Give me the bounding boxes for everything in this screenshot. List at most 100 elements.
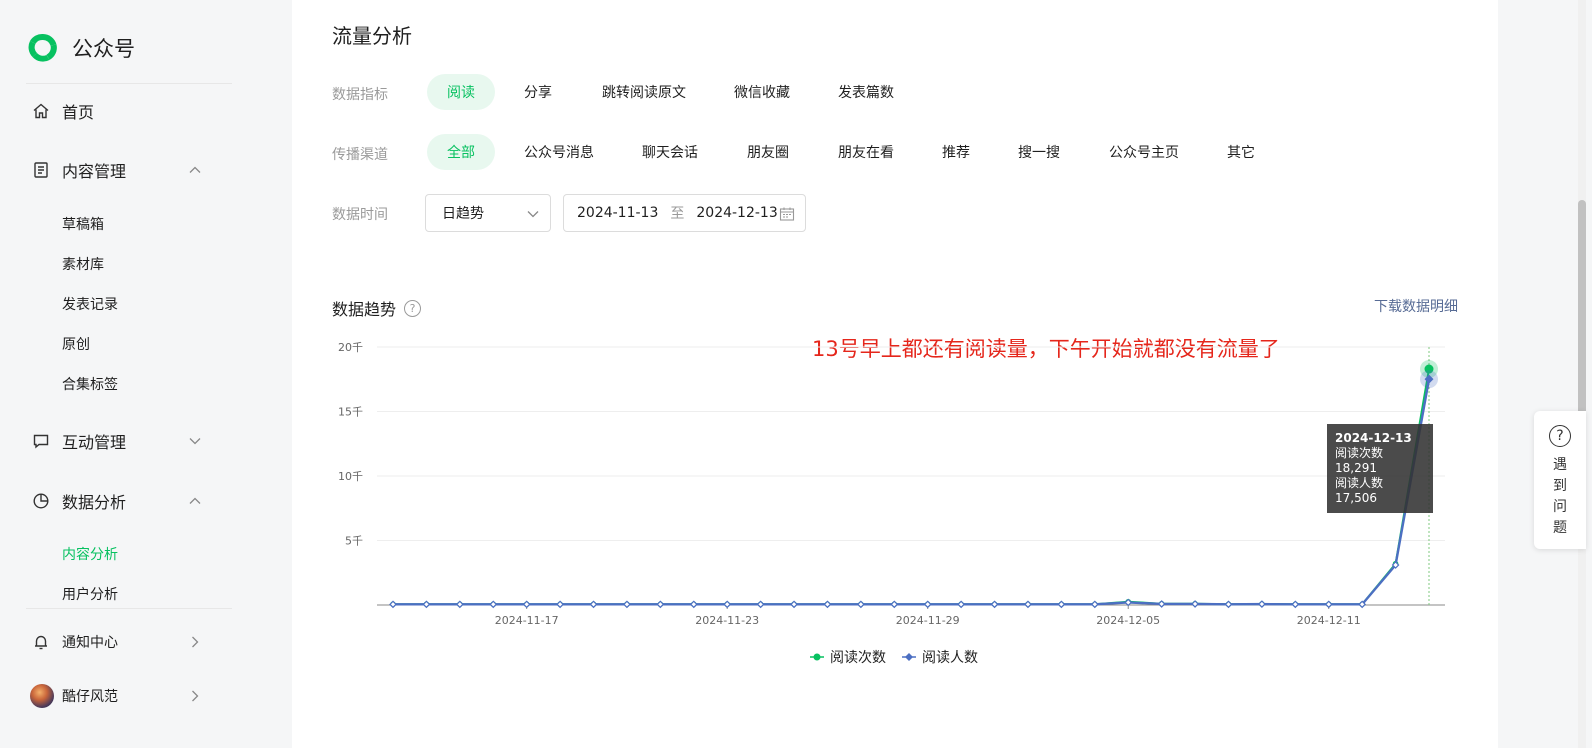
data-point-reader-count (589, 600, 598, 609)
question-icon: ? (1549, 425, 1571, 447)
series-line-0 (393, 368, 1430, 606)
brand[interactable]: 公众号 (26, 30, 135, 66)
chevron-down-icon (527, 211, 539, 218)
metric-published-count[interactable]: 发表篇数 (818, 74, 914, 110)
data-point-reader-count (689, 600, 698, 609)
help-widget-text: 遇到问题 (1553, 457, 1567, 536)
avatar (30, 684, 54, 708)
data-point-reader-count (1324, 600, 1333, 609)
page-title: 流量分析 (332, 24, 412, 48)
granularity-value: 日趋势 (442, 206, 484, 222)
nav-user-account[interactable]: 酷仔风范 (30, 681, 208, 711)
chevron-down-icon (189, 438, 201, 445)
y-tick-label: 20千 (338, 341, 363, 354)
chevron-up-icon (189, 497, 201, 504)
sidebar-item-user-analysis[interactable]: 用户分析 (62, 581, 118, 607)
y-tick-label: 15千 (338, 406, 363, 419)
sidebar-item-collection-tags[interactable]: 合集标签 (62, 371, 118, 397)
sidebar-divider-top (26, 83, 232, 84)
chat-bubble-icon (32, 432, 50, 450)
download-details-link[interactable]: 下载数据明细 (1374, 296, 1458, 316)
sidebar-item-original[interactable]: 原创 (62, 331, 90, 357)
date-separator: 至 (670, 206, 685, 222)
nav-interaction-mgmt-label: 互动管理 (62, 433, 127, 452)
data-point-reader-count (890, 600, 899, 609)
sidebar-item-materials[interactable]: 素材库 (62, 251, 104, 277)
data-point-reader-count (990, 600, 999, 609)
sidebar-divider-bottom (26, 608, 232, 609)
channel-friends-watching[interactable]: 朋友在看 (818, 134, 914, 170)
data-point-reader-count (422, 600, 431, 609)
data-point-reader-count (1224, 600, 1233, 609)
sidebar-item-drafts[interactable]: 草稿箱 (62, 211, 104, 237)
chevron-right-icon (192, 636, 199, 648)
metric-read-original[interactable]: 跳转阅读原文 (582, 74, 706, 110)
date-start[interactable]: 2024-11-13 (577, 205, 658, 221)
x-tick-label: 2024-11-23 (695, 614, 759, 627)
channel-other[interactable]: 其它 (1207, 134, 1275, 170)
data-point-reader-count (1090, 600, 1099, 609)
date-range-picker[interactable]: 2024-11-13 至 2024-12-13 (563, 194, 806, 232)
data-point-reader-count (1057, 600, 1066, 609)
data-point-reader-count (1291, 600, 1300, 609)
document-icon (32, 161, 50, 179)
trend-title-text: 数据趋势 (332, 300, 397, 319)
trend-line-chart: 5千 10千 15千 20千 2024-11-17 2024-11-23 2024-11-2… (338, 341, 1445, 666)
data-point-reader-count (389, 600, 397, 609)
nav-content-mgmt-label: 内容管理 (62, 162, 127, 181)
data-point-reader-count (823, 600, 832, 609)
tooltip-date: 2024-12-13 (1335, 431, 1412, 445)
sidebar-item-publish-records[interactable]: 发表记录 (62, 291, 118, 317)
x-tick-label: 2024-11-17 (495, 614, 559, 627)
home-icon (32, 102, 50, 120)
channel-chat[interactable]: 聊天会话 (622, 134, 718, 170)
y-tick-label: 10千 (338, 470, 363, 483)
data-point-reader-count (556, 600, 564, 609)
metric-read[interactable]: 阅读 (427, 74, 495, 110)
channel-all[interactable]: 全部 (427, 134, 495, 170)
legend-label-reader-count: 阅读人数 (922, 649, 978, 666)
metric-wechat-favorite[interactable]: 微信收藏 (714, 74, 810, 110)
granularity-select[interactable]: 日趋势 (425, 194, 551, 232)
data-point-reader-count (489, 600, 498, 609)
data-point-reader-count (455, 600, 464, 609)
chevron-up-icon (189, 166, 201, 173)
legend-marker-read-count (813, 653, 821, 661)
nav-data-analysis[interactable]: 数据分析 (32, 486, 208, 516)
nav-content-mgmt[interactable]: 内容管理 (32, 155, 208, 185)
x-tick-label: 2024-12-11 (1297, 614, 1361, 627)
data-point-reader-count (623, 600, 631, 609)
help-widget[interactable]: ? 遇到问题 (1534, 411, 1586, 549)
question-icon[interactable]: ? (404, 299, 422, 317)
date-end[interactable]: 2024-12-13 (696, 205, 777, 221)
channel-account-message[interactable]: 公众号消息 (504, 134, 614, 170)
channel-account-home[interactable]: 公众号主页 (1089, 134, 1199, 170)
data-point-reader-count (857, 600, 865, 609)
y-tick-label: 5千 (345, 535, 363, 548)
series-line-1 (393, 378, 1431, 606)
main-panel: 流量分析 数据指标 阅读 分享 跳转阅读原文 微信收藏 发表篇数 传播渠道 全部… (292, 0, 1498, 748)
sidebar-item-content-analysis[interactable]: 内容分析 (62, 541, 118, 567)
data-point-reader-count (723, 600, 732, 609)
nav-interaction-mgmt[interactable]: 互动管理 (32, 426, 208, 456)
wechat-official-logo-icon (28, 33, 57, 62)
channel-recommend[interactable]: 推荐 (922, 134, 990, 170)
metric-label: 数据指标 (332, 87, 388, 103)
data-point-reader-count (522, 600, 531, 609)
channel-moments[interactable]: 朋友圈 (727, 134, 809, 170)
x-tick-label: 2024-11-29 (896, 614, 960, 627)
x-tick-label: 2024-12-05 (1096, 614, 1160, 627)
user-name: 酷仔风范 (62, 689, 118, 705)
tooltip-read-count: 阅读次数 18,291 (1335, 446, 1384, 475)
data-point-reader-count (957, 600, 965, 609)
data-point-reader-count (1024, 600, 1032, 609)
trend-title: 数据趋势 ? (332, 296, 422, 320)
data-point-reader-count (756, 600, 765, 609)
channel-search[interactable]: 搜一搜 (998, 134, 1080, 170)
nav-home[interactable]: 首页 (32, 96, 208, 126)
channel-label: 传播渠道 (332, 147, 388, 163)
metric-share[interactable]: 分享 (504, 74, 572, 110)
bell-icon (32, 633, 50, 651)
nav-notifications[interactable]: 通知中心 (32, 627, 208, 657)
calendar-icon (779, 207, 795, 221)
